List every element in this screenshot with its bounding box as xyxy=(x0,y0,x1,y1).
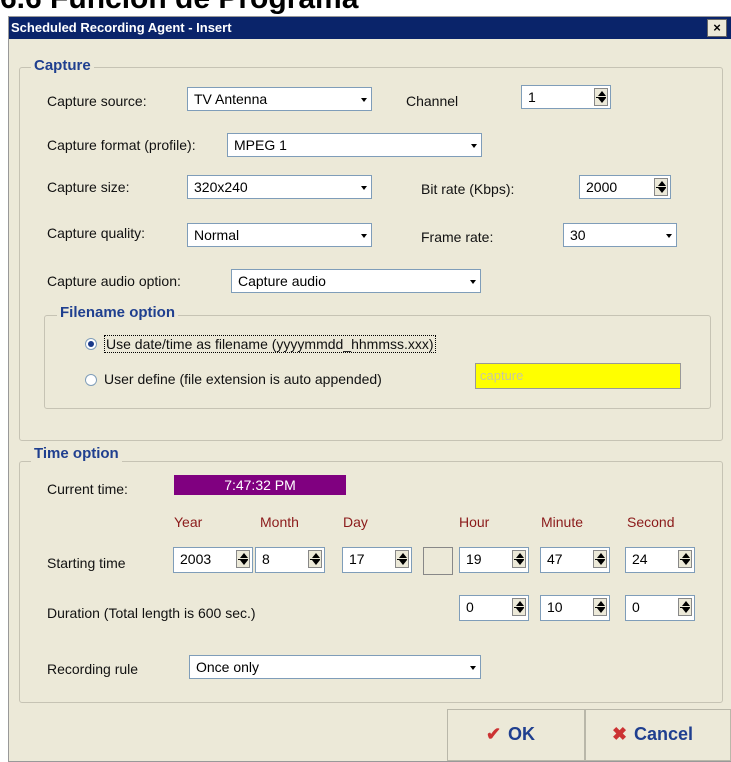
spinner-arrows-icon[interactable] xyxy=(678,550,692,568)
start-minute-spinner[interactable]: 47 xyxy=(540,547,610,573)
spinner-arrows-icon[interactable] xyxy=(654,178,668,196)
year-header: Year xyxy=(174,514,203,530)
user-filename-input[interactable]: capture xyxy=(475,363,681,389)
duration-hour-spinner[interactable]: 0 xyxy=(459,595,529,621)
start-month-spinner[interactable]: 8 xyxy=(255,547,325,573)
start-hour-spinner[interactable]: 19 xyxy=(459,547,529,573)
calendar-picker-button[interactable] xyxy=(423,547,453,575)
month-header: Month xyxy=(260,514,299,530)
chevron-down-icon xyxy=(361,98,367,102)
start-second-value: 24 xyxy=(632,551,648,567)
recording-rule-label: Recording rule xyxy=(47,661,139,677)
start-year-spinner[interactable]: 2003 xyxy=(173,547,253,573)
bitrate-label: Bit rate (Kbps): xyxy=(421,181,515,197)
start-hour-value: 19 xyxy=(466,551,482,567)
page-heading: 6.6 Función de Programa xyxy=(0,0,358,16)
spinner-arrows-icon[interactable] xyxy=(678,598,692,616)
second-header: Second xyxy=(627,514,675,530)
framerate-value: 30 xyxy=(570,227,586,243)
recording-agent-dialog: Scheduled Recording Agent - Insert × Cap… xyxy=(8,16,731,762)
capture-audio-select[interactable]: Capture audio xyxy=(231,269,481,293)
capture-format-label: Capture format (profile): xyxy=(47,137,196,153)
framerate-select[interactable]: 30 xyxy=(563,223,677,247)
chevron-down-icon xyxy=(470,666,476,670)
user-filename-value: capture xyxy=(480,368,524,383)
capture-format-value: MPEG 1 xyxy=(234,137,287,153)
start-minute-value: 47 xyxy=(547,551,563,567)
chevron-down-icon xyxy=(361,234,367,238)
start-day-spinner[interactable]: 17 xyxy=(342,547,412,573)
start-second-spinner[interactable]: 24 xyxy=(625,547,695,573)
spinner-arrows-icon[interactable] xyxy=(593,598,607,616)
capture-audio-label: Capture audio option: xyxy=(47,273,181,289)
bitrate-value: 2000 xyxy=(586,179,618,195)
framerate-label: Frame rate: xyxy=(421,229,494,245)
filename-option-group xyxy=(44,315,711,409)
capture-quality-value: Normal xyxy=(194,227,240,243)
current-time-display: 7:47:32 PM xyxy=(174,475,346,495)
cancel-label: Cancel xyxy=(634,724,694,744)
recording-rule-value: Once only xyxy=(196,659,260,675)
spinner-arrows-icon[interactable] xyxy=(236,550,250,568)
start-month-value: 8 xyxy=(262,551,270,567)
filename-option-legend: Filename option xyxy=(57,304,179,321)
ok-button[interactable]: ✔ OK xyxy=(447,709,585,761)
close-button[interactable]: × xyxy=(707,19,727,37)
duration-minute-spinner[interactable]: 10 xyxy=(540,595,610,621)
spinner-arrows-icon[interactable] xyxy=(512,550,526,568)
duration-second-spinner[interactable]: 0 xyxy=(625,595,695,621)
bitrate-spinner[interactable]: 2000 xyxy=(579,175,671,199)
capture-source-label: Capture source: xyxy=(47,93,147,109)
user-define-label[interactable]: User define (file extension is auto appe… xyxy=(104,371,382,387)
ok-label: OK xyxy=(508,724,535,744)
duration-minute-value: 10 xyxy=(547,599,563,615)
chevron-down-icon xyxy=(470,280,476,284)
recording-rule-select[interactable]: Once only xyxy=(189,655,481,679)
current-time-label: Current time: xyxy=(47,481,128,497)
chevron-down-icon xyxy=(666,234,672,238)
capture-size-value: 320x240 xyxy=(194,179,248,195)
spinner-arrows-icon[interactable] xyxy=(512,598,526,616)
spinner-arrows-icon[interactable] xyxy=(594,88,608,106)
chevron-down-icon xyxy=(471,144,477,148)
checkmark-icon: ✔ xyxy=(486,724,502,744)
capture-size-label: Capture size: xyxy=(47,179,130,195)
spinner-arrows-icon[interactable] xyxy=(308,550,322,568)
capture-source-value: TV Antenna xyxy=(194,91,268,107)
cancel-button[interactable]: ✖ Cancel xyxy=(585,709,731,761)
close-icon: × xyxy=(713,20,721,35)
duration-second-value: 0 xyxy=(632,599,640,615)
x-mark-icon: ✖ xyxy=(612,724,628,744)
spinner-arrows-icon[interactable] xyxy=(593,550,607,568)
channel-spinner[interactable]: 1 xyxy=(521,85,611,109)
channel-value: 1 xyxy=(528,89,536,105)
datetime-filename-label[interactable]: Use date/time as filename (yyyymmdd_hhmm… xyxy=(104,335,436,353)
capture-legend: Capture xyxy=(31,57,94,74)
hour-header: Hour xyxy=(459,514,490,530)
starting-time-label: Starting time xyxy=(47,555,126,571)
start-year-value: 2003 xyxy=(180,551,212,567)
user-define-radio[interactable] xyxy=(85,374,97,386)
datetime-filename-radio[interactable] xyxy=(85,338,97,350)
capture-audio-value: Capture audio xyxy=(238,273,326,289)
capture-size-select[interactable]: 320x240 xyxy=(187,175,372,199)
capture-quality-select[interactable]: Normal xyxy=(187,223,372,247)
chevron-down-icon xyxy=(361,186,367,190)
start-day-value: 17 xyxy=(349,551,365,567)
dialog-title: Scheduled Recording Agent - Insert xyxy=(11,20,232,35)
title-bar[interactable]: Scheduled Recording Agent - Insert × xyxy=(9,17,731,39)
minute-header: Minute xyxy=(541,514,584,530)
day-header: Day xyxy=(343,514,368,530)
capture-quality-label: Capture quality: xyxy=(47,225,146,241)
duration-label: Duration (Total length is 600 sec.) xyxy=(47,605,256,621)
spinner-arrows-icon[interactable] xyxy=(395,550,409,568)
capture-source-select[interactable]: TV Antenna xyxy=(187,87,372,111)
time-option-legend: Time option xyxy=(31,445,122,462)
duration-hour-value: 0 xyxy=(466,599,474,615)
capture-format-select[interactable]: MPEG 1 xyxy=(227,133,482,157)
channel-label: Channel xyxy=(406,93,459,109)
